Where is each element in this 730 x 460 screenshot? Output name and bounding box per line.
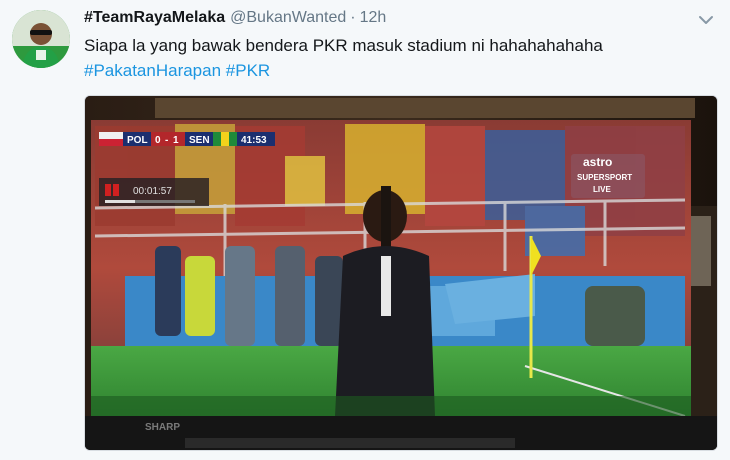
user-handle[interactable]: @BukanWanted — [230, 9, 346, 27]
hashtag-pakatanharapan[interactable]: #PakatanHarapan — [84, 61, 221, 80]
broadcaster-line1: SUPERSPORT — [577, 173, 632, 182]
user-avatar[interactable] — [12, 10, 70, 68]
tweet-header: #TeamRayaMelaka @BukanWanted · 12h — [84, 9, 386, 31]
match-clock: 41:53 — [241, 135, 267, 146]
avatar-image — [12, 10, 70, 68]
recording-overlay: 00:01:57 — [99, 178, 209, 206]
tweet-timestamp[interactable]: 12h — [360, 9, 387, 27]
tweet-media-photo[interactable]: POL 0 - 1 SEN 41:53 00:01:57 astro SUPER… — [84, 95, 718, 451]
tv-photo: POL 0 - 1 SEN 41:53 00:01:57 astro SUPER… — [85, 96, 717, 450]
separator-dot: · — [350, 9, 356, 26]
tweet-hashtags: #PakatanHarapan #PKR — [84, 59, 270, 82]
tv-brand: SHARP — [145, 422, 180, 433]
recording-timer: 00:01:57 — [133, 186, 172, 197]
svg-text:-: - — [165, 135, 168, 146]
astro-logo: astro — [583, 155, 612, 169]
score-left: 0 — [155, 135, 161, 146]
tv-stand — [185, 438, 515, 448]
team-right: SEN — [189, 135, 210, 146]
team-left: POL — [127, 135, 148, 146]
chevron-down-icon[interactable] — [698, 13, 714, 25]
score-right: 1 — [173, 135, 179, 146]
hashtag-pkr[interactable]: #PKR — [226, 61, 270, 80]
scorebug: POL 0 - 1 SEN 41:53 — [99, 132, 275, 146]
tweet-text: Siapa la yang bawak bendera PKR masuk st… — [84, 36, 603, 55]
broadcaster-line2: LIVE — [593, 185, 611, 194]
broadcaster-logo: astro SUPERSPORT LIVE — [571, 154, 645, 198]
tweet-card[interactable]: #TeamRayaMelaka @BukanWanted · 12h Siapa… — [0, 0, 730, 460]
pause-icon — [105, 184, 111, 196]
shelf — [155, 98, 695, 118]
display-name[interactable]: #TeamRayaMelaka — [84, 9, 225, 27]
